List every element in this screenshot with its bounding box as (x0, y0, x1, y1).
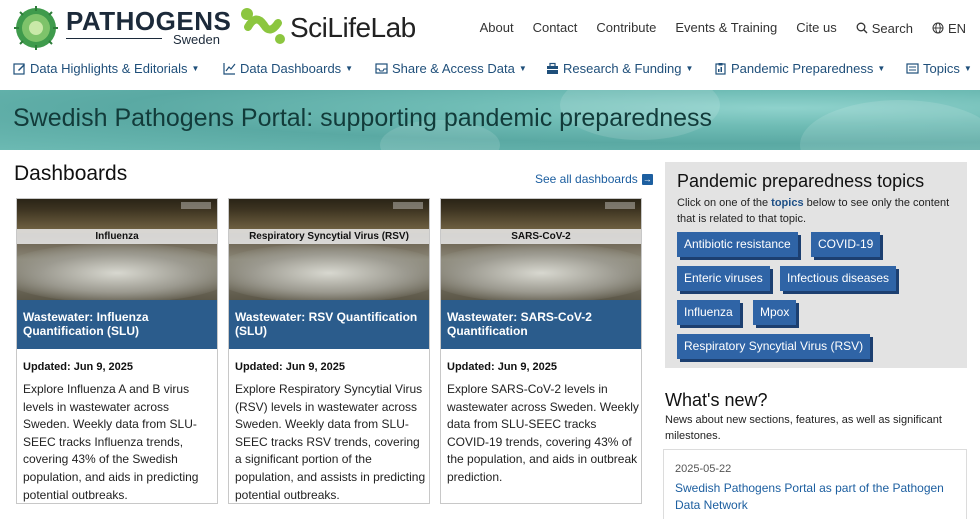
card-description: Explore SARS-CoV-2 levels in wastewater … (447, 382, 639, 484)
nav-contribute[interactable]: Contribute (596, 20, 656, 36)
scilifelab-wordmark[interactable]: SciLifeLab (290, 12, 416, 44)
wastewater-image: SARS-CoV-2 (441, 199, 641, 300)
menu-topics[interactable]: Topics ▼ (906, 61, 972, 76)
water-surface (441, 243, 641, 300)
page-title: Swedish Pathogens Portal: supporting pan… (13, 104, 713, 132)
wastewater-image: Influenza (17, 199, 217, 300)
scilifelab-logo-icon[interactable] (238, 5, 288, 47)
nav-contact[interactable]: Contact (533, 20, 578, 36)
nav-about[interactable]: About (480, 20, 514, 36)
menu-research-funding[interactable]: Research & Funding ▼ (546, 61, 693, 76)
card-description: Explore Respiratory Syncytial Virus (RSV… (235, 382, 426, 502)
news-link[interactable]: Swedish Pathogens Portal as part of the … (675, 480, 961, 514)
see-all-dashboards-link[interactable]: See all dashboards → (535, 172, 653, 186)
topics-panel: Pandemic preparedness topics Click on on… (665, 162, 967, 368)
list-icon (906, 63, 919, 74)
caret-down-icon: ▼ (963, 64, 972, 73)
briefcase-icon (547, 62, 558, 74)
nav-events-training[interactable]: Events & Training (675, 20, 777, 36)
card-description: Explore Influenza A and B virus levels i… (23, 382, 199, 502)
brand-divider (66, 38, 162, 39)
card-updated: Updated: Jun 9, 2025 (235, 361, 346, 373)
globe-icon (932, 22, 944, 34)
menu-label: Topics (923, 61, 960, 76)
topic-mpox[interactable]: Mpox (753, 300, 797, 325)
image-tag: Respiratory Syncytial Virus (RSV) (229, 229, 429, 244)
water-surface (229, 243, 429, 300)
topics-intro: Click on one of the topics below to see … (677, 196, 961, 227)
topics-heading: Pandemic preparedness topics (677, 171, 925, 191)
search-button[interactable]: Search (856, 20, 913, 36)
intro-text: Click on one of the (677, 197, 772, 209)
topic-enteric-viruses[interactable]: Enteric viruses (677, 266, 770, 291)
image-tag: Influenza (17, 229, 217, 244)
main-navigation: Data Highlights & Editorials ▼ Data Dashb… (0, 58, 980, 80)
card-title[interactable]: Wastewater: RSV Quantification (SLU) (229, 300, 429, 349)
topics-keyword: topics (771, 197, 804, 209)
news-item: 2025-05-22 Swedish Pathogens Portal as p… (663, 449, 967, 519)
news-date: 2025-05-22 (675, 463, 732, 475)
card-updated: Updated: Jun 9, 2025 (447, 361, 558, 373)
menu-label: Data Dashboards (240, 61, 342, 76)
arrow-right-icon: → (641, 173, 653, 185)
image-watermark (605, 202, 635, 209)
language-selector[interactable]: EN (932, 20, 966, 36)
dashboard-card-influenza[interactable]: Influenza Wastewater: Influenza Quantifi… (16, 198, 218, 504)
brand[interactable]: PATHOGENS Sweden (66, 6, 232, 47)
topic-covid-19[interactable]: COVID-19 (811, 232, 881, 257)
caret-down-icon: ▼ (518, 64, 527, 73)
topic-rsv[interactable]: Respiratory Syncytial Virus (RSV) (677, 334, 871, 359)
brand-name: PATHOGENS (66, 6, 232, 36)
image-tag: SARS-CoV-2 (441, 229, 641, 244)
brand-subtitle: Sweden (173, 32, 220, 47)
card-updated: Updated: Jun 9, 2025 (23, 361, 134, 373)
menu-label: Data Highlights & Editorials (30, 61, 188, 76)
card-title[interactable]: Wastewater: Influenza Quantification (SL… (17, 300, 217, 349)
see-all-label: See all dashboards (535, 172, 638, 186)
pathogens-logo-icon[interactable] (14, 6, 58, 50)
search-label: Search (871, 20, 913, 36)
topic-influenza[interactable]: Influenza (677, 300, 740, 325)
dashboard-card-sars-cov-2[interactable]: SARS-CoV-2 Wastewater: SARS-CoV-2 Quanti… (440, 198, 642, 504)
card-title[interactable]: Wastewater: SARS-CoV-2 Quantification (441, 300, 641, 349)
whats-new-subtitle: News about new sections, features, as we… (665, 414, 942, 442)
clipboard-icon (715, 63, 726, 75)
dashboard-card-rsv[interactable]: Respiratory Syncytial Virus (RSV) Wastew… (228, 198, 430, 504)
caret-down-icon: ▼ (685, 64, 694, 73)
topic-infectious-diseases[interactable]: Infectious diseases (780, 266, 897, 291)
hero-banner: Swedish Pathogens Portal: supporting pan… (0, 90, 980, 150)
menu-share-access[interactable]: Share & Access Data ▼ (375, 61, 527, 76)
caret-down-icon: ▼ (345, 64, 354, 73)
image-watermark (181, 202, 211, 209)
caret-down-icon: ▼ (191, 64, 200, 73)
whats-new-heading: What's new? (665, 390, 768, 410)
dashboards-heading: Dashboards (14, 162, 128, 185)
search-icon (856, 22, 868, 34)
menu-data-dashboards[interactable]: Data Dashboards ▼ (223, 61, 353, 76)
inbox-icon (375, 63, 388, 74)
image-watermark (393, 202, 423, 209)
top-navigation: About Contact Contribute Events & Traini… (480, 20, 980, 36)
site-header: PATHOGENS Sweden SciLifeLab About Contac… (0, 0, 980, 52)
menu-label: Research & Funding (563, 61, 682, 76)
wastewater-image: Respiratory Syncytial Virus (RSV) (229, 199, 429, 300)
topic-antibiotic-resistance[interactable]: Antibiotic resistance (677, 232, 798, 257)
nav-cite-us[interactable]: Cite us (796, 20, 836, 36)
caret-down-icon: ▼ (877, 64, 886, 73)
menu-label: Share & Access Data (392, 61, 515, 76)
language-label: EN (947, 20, 966, 36)
water-surface (17, 243, 217, 300)
menu-pandemic-preparedness[interactable]: Pandemic Preparedness ▼ (714, 61, 885, 76)
menu-data-highlights[interactable]: Data Highlights & Editorials ▼ (13, 61, 199, 76)
banner-decoration (800, 100, 980, 150)
chart-icon (223, 63, 236, 75)
edit-icon (13, 63, 25, 75)
menu-label: Pandemic Preparedness (731, 61, 874, 76)
